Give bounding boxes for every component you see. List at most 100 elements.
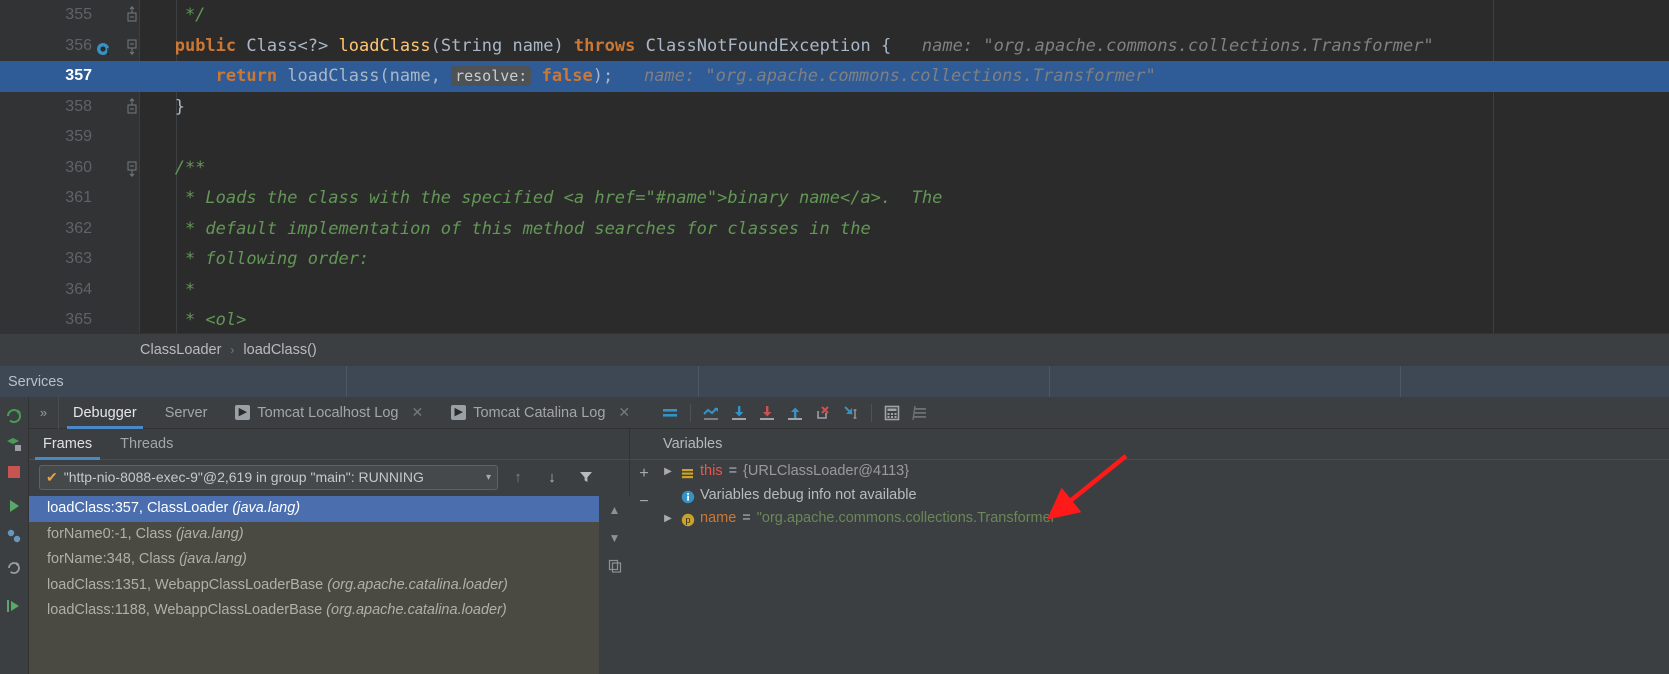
- tab-overflow-icon[interactable]: »: [29, 396, 59, 429]
- line-number: 358: [65, 97, 92, 115]
- debug-left-rail[interactable]: [0, 397, 29, 674]
- thread-selector-combobox[interactable]: ✔ "http-nio-8088-exec-9"@2,619 in group …: [39, 464, 498, 490]
- code-token: */: [144, 5, 206, 25]
- variable-row[interactable]: ▶ p name = "org.apache.commons.collections.T…: [657, 507, 1669, 531]
- run-icon: ▶: [451, 405, 467, 420]
- services-column-5: [1401, 366, 1669, 397]
- svg-text:p: p: [685, 515, 690, 525]
- fold-end-icon[interactable]: [124, 92, 140, 123]
- breakpoint-icon[interactable]: [96, 38, 112, 55]
- frames-threads-tabbar[interactable]: Frames Threads: [29, 429, 630, 460]
- tab-tomcat-catalina-log[interactable]: ▶ Tomcat Catalina Log ✕: [437, 397, 644, 429]
- fold-start-icon[interactable]: [124, 31, 140, 62]
- breadcrumb[interactable]: ClassLoader › loadClass(): [0, 333, 1669, 366]
- stack-frame-row[interactable]: loadClass:357, ClassLoader (java.lang): [29, 496, 599, 522]
- force-step-into-icon[interactable]: [809, 399, 837, 427]
- tab-tomcat-localhost-log-label: Tomcat Localhost Log: [257, 404, 399, 421]
- twisty-icon[interactable]: ▶: [661, 507, 675, 531]
- code-editor[interactable]: 355 */356 public Class<?> loadClass(Stri…: [0, 0, 1669, 333]
- variables-tree[interactable]: ▶ this = {URLClassLoader@4113} Variables deb…: [657, 460, 1669, 674]
- stop-icon[interactable]: [3, 461, 25, 483]
- view-breakpoints-icon[interactable]: [3, 525, 25, 547]
- thread-running-icon: ✔: [46, 468, 58, 485]
- variable-row[interactable]: ▶ this = {URLClassLoader@4113}: [657, 460, 1669, 484]
- subtab-threads[interactable]: Threads: [106, 429, 187, 460]
- code-text: */: [144, 0, 205, 31]
- resume-program-icon[interactable]: [3, 495, 25, 517]
- rerun-icon[interactable]: [3, 405, 25, 427]
- code-line[interactable]: 365 * <ol>: [0, 305, 1669, 336]
- code-line[interactable]: 356 public Class<?> loadClass(String nam…: [0, 31, 1669, 62]
- variables-toolbar[interactable]: + −: [631, 460, 657, 674]
- code-token: * <ol>: [144, 310, 247, 330]
- frames-side-toolbar[interactable]: ▲ ▼: [599, 496, 630, 674]
- tab-tomcat-localhost-log[interactable]: ▶ Tomcat Localhost Log ✕: [221, 397, 437, 429]
- services-toolwindow-header[interactable]: Services: [0, 366, 1669, 397]
- arrow-up-icon: ↑: [514, 468, 522, 486]
- code-token: );: [592, 66, 614, 86]
- tab-debugger[interactable]: Debugger: [59, 397, 151, 429]
- step-into-icon[interactable]: [753, 399, 781, 427]
- code-line[interactable]: 361 * Loads the class with the specified…: [0, 183, 1669, 214]
- fold-start-icon[interactable]: [124, 153, 140, 184]
- show-execution-point-icon[interactable]: [697, 399, 725, 427]
- code-line[interactable]: 357 return loadClass(name, resolve: fals…: [0, 61, 1669, 92]
- stack-frame-row[interactable]: loadClass:1351, WebappClassLoaderBase (o…: [29, 573, 599, 599]
- code-text: return loadClass(name, resolve: false); …: [144, 61, 1156, 92]
- object-field-icon: [681, 465, 694, 479]
- call-stack-frames-list[interactable]: loadClass:357, ClassLoader (java.lang) fo…: [29, 496, 599, 674]
- code-lines[interactable]: 355 */356 public Class<?> loadClass(Stri…: [0, 0, 1669, 333]
- rerun-failed-icon[interactable]: [3, 433, 25, 455]
- code-text: /**: [144, 153, 206, 184]
- line-number: 364: [65, 280, 92, 298]
- code-line[interactable]: 355 */: [0, 0, 1669, 31]
- subtab-frames[interactable]: Frames: [29, 429, 106, 460]
- stack-frame-row[interactable]: forName:348, Class (java.lang): [29, 547, 599, 573]
- copy-stack-button[interactable]: [599, 552, 630, 580]
- close-icon[interactable]: ✕: [411, 404, 423, 421]
- breadcrumb-item-method[interactable]: loadClass(): [243, 342, 316, 358]
- scroll-up-button[interactable]: ▲: [599, 496, 630, 524]
- line-number: 363: [65, 250, 92, 267]
- code-text: *: [144, 275, 195, 306]
- code-line[interactable]: 364 *: [0, 275, 1669, 306]
- twisty-icon[interactable]: ▶: [661, 460, 675, 484]
- breadcrumb-item-class[interactable]: ClassLoader: [140, 342, 221, 358]
- filter-frames-button[interactable]: [572, 463, 600, 491]
- mute-breakpoints-icon[interactable]: [656, 399, 684, 427]
- tab-server[interactable]: Server: [151, 397, 222, 429]
- code-line[interactable]: 359: [0, 122, 1669, 153]
- arrow-down-icon: ↓: [548, 468, 556, 486]
- stack-frame-row[interactable]: loadClass:1188, WebappClassLoaderBase (o…: [29, 598, 599, 624]
- code-line[interactable]: 360 /**: [0, 153, 1669, 184]
- code-line[interactable]: 363 * following order:: [0, 244, 1669, 275]
- restore-layout-icon[interactable]: [3, 557, 25, 579]
- debugger-panel: » Debugger Server ▶ Tomcat Localhost Log…: [29, 396, 1669, 674]
- run-icon-rail[interactable]: [3, 595, 25, 617]
- line-number: 357: [0, 61, 92, 92]
- debugger-tabbar[interactable]: » Debugger Server ▶ Tomcat Localhost Log…: [29, 396, 1669, 429]
- settings-icon[interactable]: [906, 399, 934, 427]
- code-line[interactable]: 358 }: [0, 92, 1669, 123]
- code-text: }: [144, 92, 185, 123]
- close-icon[interactable]: ✕: [618, 404, 630, 421]
- run-to-cursor-icon[interactable]: [837, 399, 865, 427]
- fold-end-icon[interactable]: [124, 0, 140, 31]
- variable-row[interactable]: Variables debug info not available: [657, 484, 1669, 508]
- stack-frame-row[interactable]: forName0:-1, Class (java.lang): [29, 522, 599, 548]
- variable-equals: =: [728, 463, 738, 479]
- step-over-icon[interactable]: [725, 399, 753, 427]
- remove-watch-button[interactable]: −: [631, 488, 657, 516]
- chevron-down-icon[interactable]: ▾: [486, 472, 491, 483]
- scroll-down-button[interactable]: ▼: [599, 524, 630, 552]
- frame-up-button[interactable]: ↑: [504, 463, 532, 491]
- frame-down-button[interactable]: ↓: [538, 463, 566, 491]
- code-line[interactable]: 362 * default implementation of this met…: [0, 214, 1669, 245]
- tab-debugger-label: Debugger: [73, 404, 137, 421]
- step-out-icon[interactable]: [781, 399, 809, 427]
- toolbar-divider: [871, 403, 873, 422]
- evaluate-expression-icon[interactable]: [878, 399, 906, 427]
- add-watch-button[interactable]: +: [631, 460, 657, 488]
- stack-frame-label: forName0:-1, Class: [47, 525, 176, 542]
